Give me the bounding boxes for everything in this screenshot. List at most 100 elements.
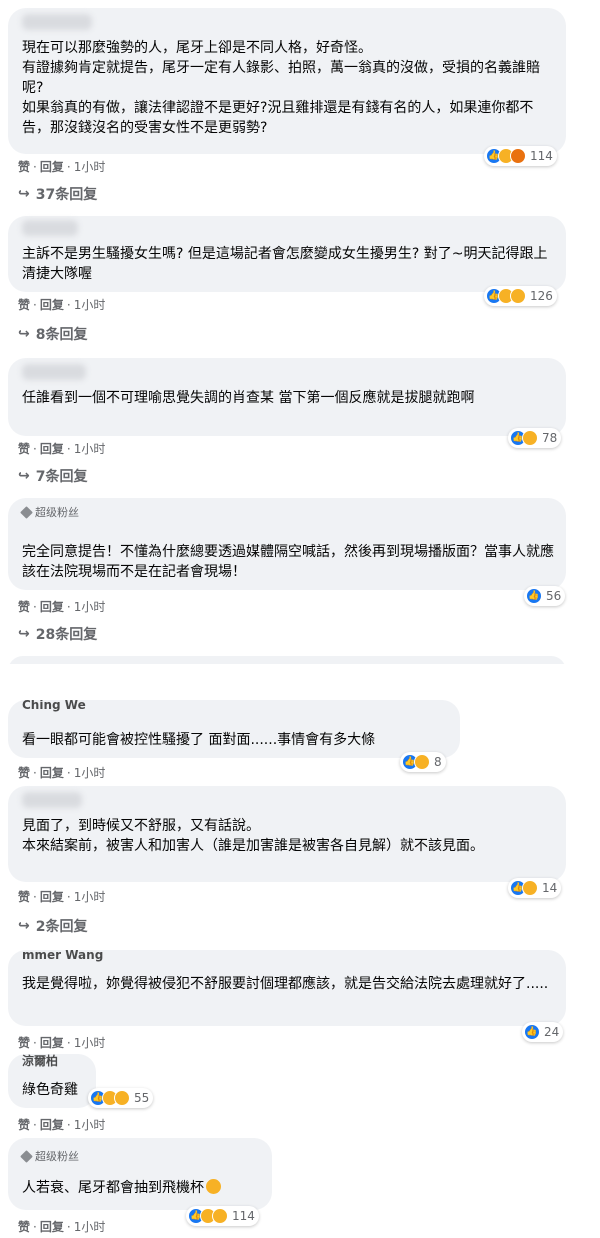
like-link[interactable]: 赞 [18, 598, 30, 615]
author-name[interactable]: 涼爾柏 [22, 1052, 58, 1069]
view-replies-button[interactable]: ↪ 28条回复 [18, 624, 97, 644]
comment-text: 我是覺得啦，妳覺得被侵犯不舒服要討個理都應該，就是告交給法院去處理就好了....… [22, 976, 549, 992]
like-link[interactable]: 赞 [18, 1218, 30, 1235]
comment-6: 見面了，到時候又不舒服，又有話說。 本來結案前，被害人和加害人（誰是加害誰是被害… [0, 786, 600, 948]
reply-link[interactable]: 回复 [40, 1034, 64, 1051]
reaction-count: 24 [544, 1025, 560, 1039]
timestamp[interactable]: 1小时 [74, 1034, 106, 1051]
comment-bubble[interactable]: mmer Wang 我是覺得啦，妳覺得被侵犯不舒服要討個理都應該，就是告交給法院… [8, 948, 566, 1026]
like-link[interactable]: 赞 [18, 296, 30, 313]
reply-link[interactable]: 回复 [40, 598, 64, 615]
like-link[interactable]: 赞 [18, 158, 30, 175]
author-name-blurred[interactable] [22, 792, 82, 808]
comment-bubble[interactable]: 涼爾柏 綠色奇雞 [8, 1054, 96, 1108]
comment-8: 涼爾柏 綠色奇雞 👍 55 赞 · 回复 · 1小时 [0, 1054, 600, 1136]
like-link[interactable]: 赞 [18, 764, 30, 781]
reply-arrow-icon: ↪ [18, 326, 30, 342]
comment-5: Ching We 看一眼都可能會被控性騷擾了 面對面......事情會有多大條 … [0, 700, 600, 784]
diamond-icon [20, 505, 33, 519]
timestamp[interactable]: 1小时 [74, 764, 106, 781]
author-name[interactable]: Ching We [22, 700, 86, 712]
timestamp[interactable]: 1小时 [74, 296, 106, 313]
comment-text: 任誰看到一個不可理喻思覺失調的肖查某 當下第一個反應就是拔腿就跑啊 [22, 390, 475, 406]
wow-icon [114, 1090, 130, 1106]
reply-link[interactable]: 回复 [40, 1218, 64, 1235]
comment-text: 看一眼都可能會被控性騷擾了 面對面......事情會有多大條 [22, 732, 376, 748]
timestamp[interactable]: 1小时 [74, 888, 106, 905]
reaction-count: 8 [434, 755, 442, 769]
author-name-blurred[interactable] [22, 364, 86, 380]
view-replies-button[interactable]: ↪ 2条回复 [18, 916, 87, 936]
view-replies-button[interactable]: ↪ 37条回复 [18, 184, 97, 204]
comment-bubble[interactable]: 見面了，到時候又不舒服，又有話說。 本來結案前，被害人和加害人（誰是加害誰是被害… [8, 786, 566, 882]
comment-actions: 赞 · 回复 · 1小时 [18, 296, 106, 313]
reactions[interactable]: 👍 24 [522, 1022, 564, 1042]
timestamp[interactable]: 1小时 [74, 1116, 106, 1133]
reactions[interactable]: 👍 55 [88, 1088, 154, 1108]
reply-link[interactable]: 回复 [40, 764, 64, 781]
reactions[interactable]: 👍 114 [186, 1206, 259, 1226]
reply-arrow-icon: ↪ [18, 918, 30, 934]
reply-link[interactable]: 回复 [40, 888, 64, 905]
comment-section-top: 現在可以那麼強勢的人，尾牙上卻是不同人格，好奇怪。 有證據夠肯定就提告，尾牙一定… [0, 0, 600, 664]
reactions[interactable]: 👍 114 [484, 146, 557, 166]
comment-actions: 赞 · 回复 · 1小时 [18, 1116, 106, 1133]
comment-actions: 赞 · 回复 · 1小时 [18, 764, 106, 781]
timestamp[interactable]: 1小时 [74, 440, 106, 457]
comment-actions: 赞 · 回复 · 1小时 [18, 888, 106, 905]
laughing-emoji-icon [206, 1179, 221, 1194]
reaction-count: 126 [530, 289, 553, 303]
timestamp[interactable]: 1小时 [74, 1218, 106, 1235]
haha-icon [522, 880, 538, 896]
reactions[interactable]: 👍 8 [400, 752, 446, 772]
comment-3: 任誰看到一個不可理喻思覺失調的肖查某 當下第一個反應就是拔腿就跑啊 赞 · 回复 ·… [0, 356, 600, 496]
like-icon: 👍 [526, 588, 542, 604]
comment-text: 現在可以那麼強勢的人，尾牙上卻是不同人格，好奇怪。 有證據夠肯定就提告，尾牙一定… [22, 40, 540, 136]
comment-text: 主訴不是男生騷擾女生嗎? 但是這場記者會怎麼變成女生擾男生? 對了~明天記得跟上… [22, 246, 548, 282]
reply-link[interactable]: 回复 [40, 296, 64, 313]
comment-bubble[interactable]: 任誰看到一個不可理喻思覺失調的肖查某 當下第一個反應就是拔腿就跑啊 [8, 358, 566, 436]
replies-count: 28条回复 [35, 627, 98, 643]
comment-7: mmer Wang 我是覺得啦，妳覺得被侵犯不舒服要討個理都應該，就是告交給法院… [0, 948, 600, 1054]
timestamp[interactable]: 1小时 [74, 598, 106, 615]
reaction-count: 14 [542, 881, 558, 895]
reactions[interactable]: 👍 78 [508, 428, 562, 448]
author-name-blurred[interactable] [22, 14, 92, 30]
comment-bubble[interactable]: 現在可以那麼強勢的人，尾牙上卻是不同人格，好奇怪。 有證據夠肯定就提告，尾牙一定… [8, 8, 566, 154]
replies-count: 37条回复 [35, 187, 98, 203]
comment-bubble[interactable]: Ching We 看一眼都可能會被控性騷擾了 面對面......事情會有多大條 [8, 700, 460, 758]
wow-icon [212, 1208, 228, 1224]
comment-1: 現在可以那麼強勢的人，尾牙上卻是不同人格，好奇怪。 有證據夠肯定就提告，尾牙一定… [0, 0, 600, 210]
reaction-count: 55 [134, 1091, 150, 1105]
reactions[interactable]: 👍 56 [524, 586, 566, 606]
next-comment-edge [8, 656, 566, 664]
author-name[interactable]: mmer Wang [22, 948, 103, 962]
view-replies-button[interactable]: ↪ 8条回复 [18, 324, 87, 344]
author-name-blurred[interactable] [22, 220, 78, 236]
like-icon: 👍 [524, 1024, 540, 1040]
timestamp[interactable]: 1小时 [74, 158, 106, 175]
like-link[interactable]: 赞 [18, 440, 30, 457]
comment-4: 超级粉丝 完全同意提告！不懂為什麼總要透過媒體隔空喊話，然後再到現場播版面？當事… [0, 496, 600, 656]
comment-bubble[interactable]: 主訴不是男生騷擾女生嗎? 但是這場記者會怎麼變成女生擾男生? 對了~明天記得跟上… [8, 216, 566, 292]
comment-section-bottom: Ching We 看一眼都可能會被控性騷擾了 面對面......事情會有多大條 … [0, 700, 600, 1238]
like-link[interactable]: 赞 [18, 888, 30, 905]
reply-link[interactable]: 回复 [40, 1116, 64, 1133]
comment-actions: 赞 · 回复 · 1小时 [18, 1034, 106, 1051]
comment-bubble[interactable]: 超级粉丝 人若衰、尾牙都會抽到飛機杯 [8, 1138, 272, 1210]
reactions[interactable]: 👍 126 [484, 286, 557, 306]
top-fan-badge: 超级粉丝 [20, 1148, 79, 1164]
comment-text: 人若衰、尾牙都會抽到飛機杯 [22, 1178, 272, 1198]
comment-actions: 赞 · 回复 · 1小时 [18, 440, 106, 457]
reply-link[interactable]: 回复 [40, 158, 64, 175]
comment-text: 見面了，到時候又不舒服，又有話說。 本來結案前，被害人和加害人（誰是加害誰是被害… [22, 818, 484, 854]
reply-link[interactable]: 回复 [40, 440, 64, 457]
reactions[interactable]: 👍 14 [508, 878, 562, 898]
view-replies-button[interactable]: ↪ 7条回复 [18, 466, 87, 486]
comment-bubble[interactable]: 超级粉丝 完全同意提告！不懂為什麼總要透過媒體隔空喊話，然後再到現場播版面？當事… [8, 498, 566, 590]
haha-icon [414, 754, 430, 770]
reply-arrow-icon: ↪ [18, 186, 30, 202]
like-link[interactable]: 赞 [18, 1034, 30, 1051]
replies-count: 2条回复 [35, 919, 88, 935]
like-link[interactable]: 赞 [18, 1116, 30, 1133]
